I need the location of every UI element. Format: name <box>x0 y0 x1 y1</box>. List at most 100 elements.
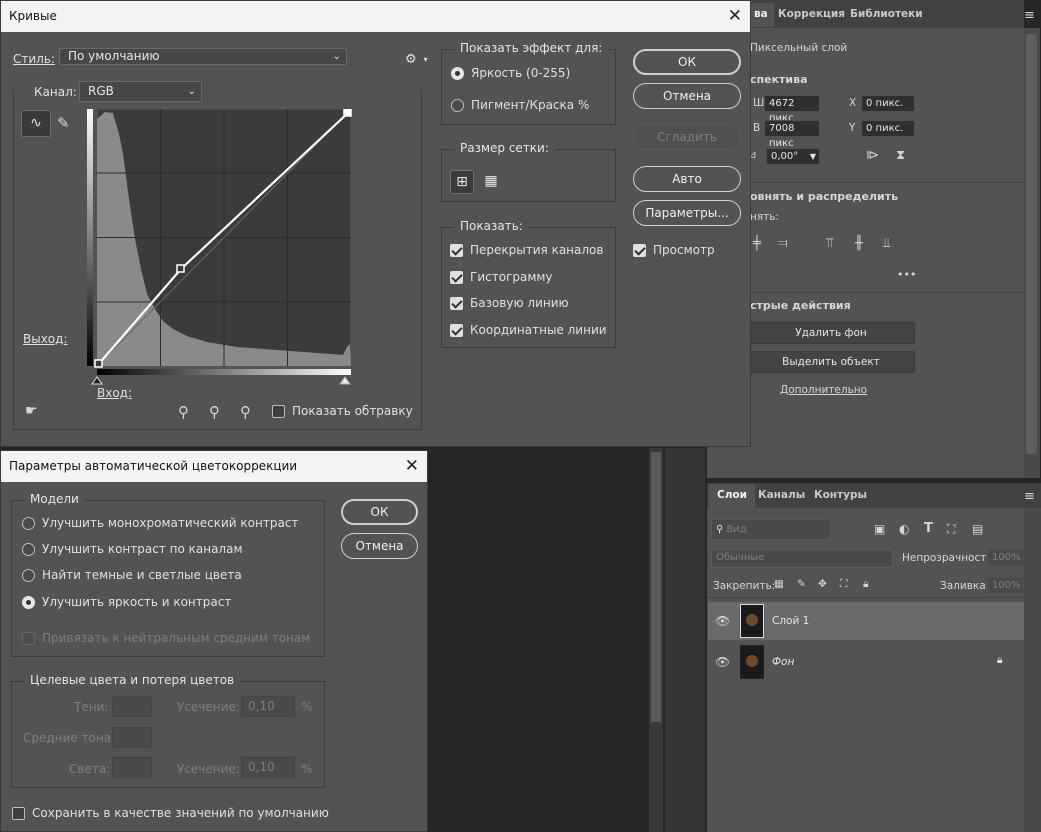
white-point-slider <box>339 376 351 385</box>
tab-channels[interactable]: Каналы <box>750 484 813 508</box>
lock-position-icon[interactable]: ✥ <box>818 578 827 590</box>
layers-menu-icon[interactable]: ≡ <box>1024 489 1035 504</box>
layer-filter-select[interactable]: ⚲ Вид <box>711 519 831 540</box>
transform-title: спектива <box>750 73 808 86</box>
opacity-label: Непрозрачность: <box>902 552 997 564</box>
x-label: X <box>849 97 857 109</box>
checkbox-channel-overlays[interactable]: Перекрытия каналов <box>450 243 603 257</box>
radio-dark-light[interactable]: Найти темные и светлые цвета <box>22 568 242 582</box>
layer-name[interactable]: Фон <box>772 656 794 668</box>
midtones-swatch[interactable] <box>112 727 152 748</box>
smooth-button[interactable]: Сгладить <box>633 124 741 150</box>
more-link[interactable]: Дополнительно <box>780 384 867 396</box>
save-default-checkbox[interactable]: Сохранить в качестве значений по умолчан… <box>12 806 329 820</box>
clip-highlights-field[interactable]: 0,10 <box>241 757 295 778</box>
radio-per-channel[interactable]: Улучшить контраст по каналам <box>22 542 243 556</box>
more-options[interactable]: ••• <box>897 268 916 281</box>
filter-type-icon[interactable]: T <box>924 521 933 536</box>
shadows-swatch[interactable] <box>112 696 152 717</box>
tab-paths[interactable]: Контуры <box>806 484 875 508</box>
show-effect-group: Показать эффект для: <box>441 41 616 125</box>
width-field[interactable]: 4672 пикс <box>764 95 820 124</box>
remove-background-button[interactable]: Удалить фон <box>747 322 915 344</box>
gear-icon[interactable]: ⚙︎ ▾ <box>405 52 428 67</box>
grid-detailed-icon[interactable]: ▦ <box>479 170 503 194</box>
tab-libraries[interactable]: Библиотеки <box>842 3 931 27</box>
opacity-field[interactable]: 100% <box>987 549 1024 566</box>
align-middle-icon[interactable]: ╫ <box>855 236 863 251</box>
y-field[interactable]: 0 пикс. <box>861 120 915 137</box>
close-icon[interactable]: ✕ <box>728 1 742 32</box>
checkbox-intersection-lines[interactable]: Координатные линии <box>450 323 607 337</box>
flip-vertical-icon[interactable]: ⧗ <box>896 148 905 163</box>
cancel-button[interactable]: Отмена <box>633 83 741 109</box>
auto-button[interactable]: Авто <box>633 166 741 192</box>
radio-brightness-contrast[interactable]: Улучшить яркость и контраст <box>22 595 231 609</box>
preview-checkbox[interactable]: Просмотр <box>633 243 715 257</box>
align-right-icon[interactable]: ⫤ <box>778 236 788 251</box>
pencil-icon[interactable]: ✎ <box>57 114 70 132</box>
align-top-icon[interactable]: ⫪ <box>826 236 833 251</box>
align-center-icon[interactable]: ╪ <box>753 236 761 251</box>
fill-field[interactable]: 100% <box>987 577 1024 594</box>
filter-shape-icon[interactable]: ⛶ <box>947 522 955 537</box>
clip-shadows-field[interactable]: 0,10 <box>241 696 295 717</box>
channel-select[interactable]: RGB ⌄ <box>79 81 202 102</box>
x-field[interactable]: 0 пикс. <box>861 95 915 112</box>
input-label: Вход: <box>97 386 133 400</box>
curves-dialog: Кривые ✕ Стиль: По умолчанию ⌄ ⚙︎ ▾ Канал: … <box>0 0 751 447</box>
percent-label: % <box>301 762 313 776</box>
dialog-titlebar: Кривые ✕ <box>1 1 750 32</box>
lock-all-icon[interactable]: 🔒︎ <box>863 578 869 591</box>
layer-row-background[interactable]: 👁︎ Фон 🔒︎ <box>708 643 1024 681</box>
angle-field[interactable]: 0,00° ▼ <box>766 148 820 165</box>
filter-image-icon[interactable]: ▣ <box>874 522 885 536</box>
align-title: овнять и распределить <box>750 190 899 203</box>
show-clipping-checkbox[interactable]: Показать обтравку <box>272 404 413 418</box>
curves-graph[interactable] <box>87 109 355 387</box>
select-subject-button[interactable]: Выделить объект <box>747 351 915 373</box>
filter-smart-icon[interactable]: ▤ <box>972 522 983 536</box>
checkbox-baseline[interactable]: Базовую линию <box>450 296 569 310</box>
hand-adjust-icon[interactable]: ☛ <box>25 403 38 419</box>
flip-horizontal-icon[interactable]: ⧐ <box>866 148 879 163</box>
snap-neutral-checkbox[interactable]: Привязать к нейтральным средним тонам <box>22 631 310 645</box>
blend-mode-select[interactable]: Обычные <box>711 549 893 568</box>
align-bottom-icon[interactable]: ⫫ <box>883 236 890 251</box>
close-icon[interactable]: ✕ <box>405 451 419 482</box>
layer-row-layer1[interactable]: 👁︎ Слой 1 <box>708 602 1024 640</box>
grid-simple-icon[interactable]: ⊞ <box>450 170 474 194</box>
align-sublabel: нять: <box>750 211 780 223</box>
style-select[interactable]: По умолчанию ⌄ <box>59 48 347 65</box>
cancel-button[interactable]: Отмена <box>341 533 418 559</box>
ok-button[interactable]: ОК <box>633 49 741 75</box>
y-label: Y <box>849 122 856 134</box>
radio-monochromatic[interactable]: Улучшить монохроматический контраст <box>22 516 298 530</box>
lock-artboard-icon[interactable]: ⛶ <box>840 578 847 591</box>
options-button[interactable]: Параметры... <box>633 200 741 226</box>
height-field[interactable]: 7008 пикс <box>764 120 820 149</box>
gray-eyedropper-icon[interactable]: ⚲ <box>209 403 220 421</box>
width-label: Ш <box>753 97 765 109</box>
radio-pigment[interactable]: Пигмент/Краска % <box>451 98 589 112</box>
radio-brightness[interactable]: Яркость (0-255) <box>451 66 570 80</box>
lock-pixels-icon[interactable]: ▦ <box>774 578 784 590</box>
search-icon: ⚲ <box>716 524 727 535</box>
tab-layers[interactable]: Слои <box>709 484 755 508</box>
checkbox-histogram[interactable]: Гистограмму <box>450 270 553 284</box>
lock-paint-icon[interactable]: ✎ <box>797 578 806 590</box>
ok-button[interactable]: ОК <box>341 499 418 525</box>
white-eyedropper-icon[interactable]: ⚲ <box>240 403 251 421</box>
panel-menu-icon[interactable]: ≡ <box>1024 8 1035 23</box>
clip-shadows-label: Усечение: <box>177 700 240 714</box>
layer-name[interactable]: Слой 1 <box>772 615 809 627</box>
fill-label: Заливка: <box>940 580 990 592</box>
layer-thumbnail <box>740 645 764 679</box>
filter-adjust-icon[interactable]: ◐ <box>899 522 909 536</box>
highlights-swatch[interactable] <box>112 757 152 778</box>
visibility-eye-icon[interactable]: 👁︎ <box>715 655 730 669</box>
tab-adjustments[interactable]: Коррекция <box>770 3 853 27</box>
visibility-eye-icon[interactable]: 👁︎ <box>715 614 730 628</box>
black-eyedropper-icon[interactable]: ⚲ <box>178 403 189 421</box>
curve-tool-button[interactable]: ∿ <box>21 110 51 137</box>
